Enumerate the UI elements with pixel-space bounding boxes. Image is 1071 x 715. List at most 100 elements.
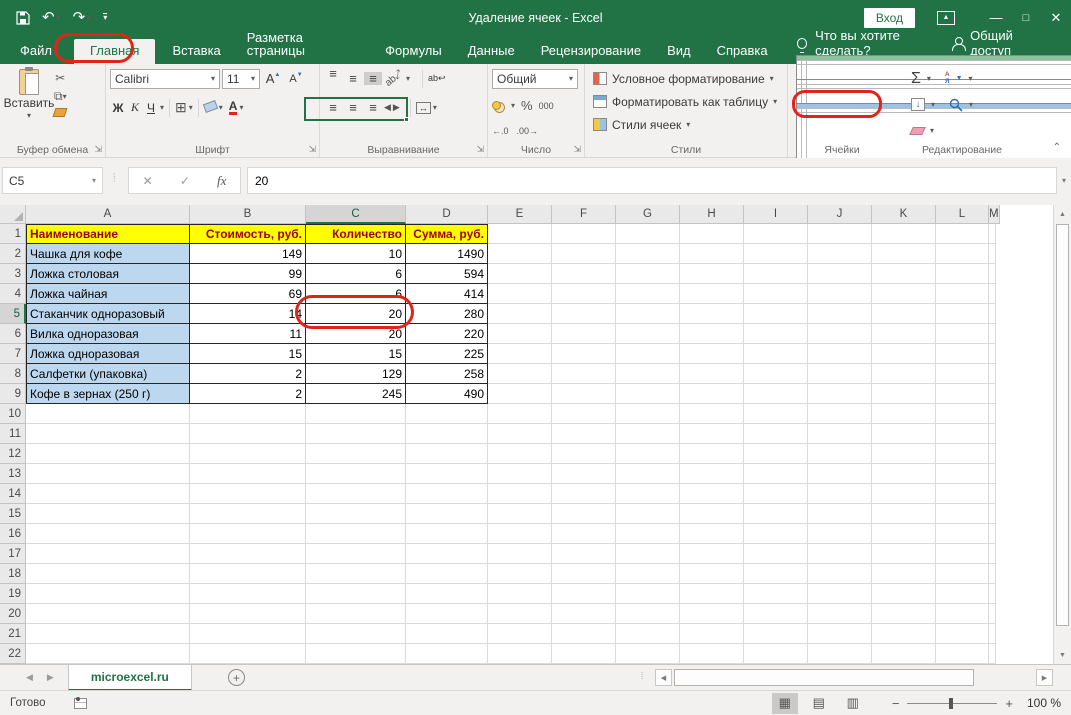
tab-home[interactable]: Главная: [73, 39, 156, 64]
cell-E8[interactable]: [488, 364, 552, 384]
cell-I7[interactable]: [744, 344, 808, 364]
align-right-button[interactable]: ≡: [364, 101, 382, 114]
cell-G3[interactable]: [616, 264, 680, 284]
cell-G5[interactable]: [616, 304, 680, 324]
cell-I16[interactable]: [744, 524, 808, 544]
tab-view[interactable]: Вид: [654, 39, 704, 64]
cell-K22[interactable]: [872, 644, 936, 664]
cell-M7[interactable]: [989, 344, 996, 364]
cell-A19[interactable]: [26, 584, 190, 604]
cell-E20[interactable]: [488, 604, 552, 624]
cell-M6[interactable]: [989, 324, 996, 344]
cell-E13[interactable]: [488, 464, 552, 484]
cell-I11[interactable]: [744, 424, 808, 444]
dialog-launcher-icon[interactable]: ⇲: [308, 144, 316, 155]
cell-D17[interactable]: [406, 544, 488, 564]
cell-F1[interactable]: [552, 224, 616, 244]
cell-L6[interactable]: [936, 324, 989, 344]
font-color-button[interactable]: А: [228, 100, 238, 115]
cell-D16[interactable]: [406, 524, 488, 544]
clear-button[interactable]: [909, 126, 926, 135]
cell-J10[interactable]: [808, 404, 872, 424]
next-sheet-button[interactable]: ▶: [47, 672, 54, 683]
column-header-D[interactable]: D: [406, 205, 488, 224]
cut-button[interactable]: ✂: [54, 71, 67, 85]
align-left-button[interactable]: ≡: [324, 101, 342, 114]
sort-dropdown[interactable]: ▾: [969, 74, 973, 83]
row-header-15[interactable]: 15: [0, 504, 26, 524]
cell-J17[interactable]: [808, 544, 872, 564]
tab-review[interactable]: Рецензирование: [528, 39, 654, 64]
cell-F2[interactable]: [552, 244, 616, 264]
cell-D12[interactable]: [406, 444, 488, 464]
cell-styles-button[interactable]: Стили ячеек ▾: [593, 113, 785, 136]
cell-J4[interactable]: [808, 284, 872, 304]
cell-G14[interactable]: [616, 484, 680, 504]
cell-H15[interactable]: [680, 504, 744, 524]
cell-E11[interactable]: [488, 424, 552, 444]
cell-B11[interactable]: [190, 424, 306, 444]
cell-L1[interactable]: [936, 224, 989, 244]
cell-A9[interactable]: Кофе в зернах (250 г): [26, 384, 190, 404]
cell-B4[interactable]: 69: [190, 284, 306, 304]
accounting-format-button[interactable]: [492, 101, 501, 110]
bold-button[interactable]: Ж: [110, 101, 126, 115]
row-header-17[interactable]: 17: [0, 544, 26, 564]
cell-A18[interactable]: [26, 564, 190, 584]
cell-B16[interactable]: [190, 524, 306, 544]
cell-F10[interactable]: [552, 404, 616, 424]
cell-G6[interactable]: [616, 324, 680, 344]
cell-I6[interactable]: [744, 324, 808, 344]
cell-H5[interactable]: [680, 304, 744, 324]
cell-G12[interactable]: [616, 444, 680, 464]
cell-C7[interactable]: 15: [306, 344, 406, 364]
cell-E17[interactable]: [488, 544, 552, 564]
cell-A10[interactable]: [26, 404, 190, 424]
column-header-B[interactable]: B: [190, 205, 306, 224]
cell-A15[interactable]: [26, 504, 190, 524]
cell-B15[interactable]: [190, 504, 306, 524]
cell-K18[interactable]: [872, 564, 936, 584]
cell-K4[interactable]: [872, 284, 936, 304]
cell-H10[interactable]: [680, 404, 744, 424]
borders-dropdown[interactable]: ▾: [189, 103, 193, 112]
cell-L17[interactable]: [936, 544, 989, 564]
cell-M10[interactable]: [989, 404, 996, 424]
name-box[interactable]: C5 ▾: [2, 167, 103, 194]
cell-L13[interactable]: [936, 464, 989, 484]
align-middle-button[interactable]: ≡: [344, 72, 362, 85]
cell-C16[interactable]: [306, 524, 406, 544]
cell-K15[interactable]: [872, 504, 936, 524]
cell-H3[interactable]: [680, 264, 744, 284]
row-header-12[interactable]: 12: [0, 444, 26, 464]
cell-A12[interactable]: [26, 444, 190, 464]
merge-dropdown[interactable]: ▾: [433, 103, 437, 112]
cell-M2[interactable]: [989, 244, 996, 264]
cell-E19[interactable]: [488, 584, 552, 604]
cell-G1[interactable]: [616, 224, 680, 244]
cell-A22[interactable]: [26, 644, 190, 664]
orientation-button[interactable]: ab⤢: [383, 68, 405, 89]
cell-M21[interactable]: [989, 624, 996, 644]
cell-H22[interactable]: [680, 644, 744, 664]
cell-G15[interactable]: [616, 504, 680, 524]
cell-B12[interactable]: [190, 444, 306, 464]
decrease-indent-button[interactable]: ◀: [384, 102, 391, 113]
signin-button[interactable]: Вход: [863, 7, 915, 28]
cell-L21[interactable]: [936, 624, 989, 644]
cell-D11[interactable]: [406, 424, 488, 444]
wrap-text-button[interactable]: ab↩: [428, 73, 446, 84]
cell-I15[interactable]: [744, 504, 808, 524]
cell-E2[interactable]: [488, 244, 552, 264]
cell-A11[interactable]: [26, 424, 190, 444]
cell-H18[interactable]: [680, 564, 744, 584]
cell-C13[interactable]: [306, 464, 406, 484]
column-header-G[interactable]: G: [616, 205, 680, 224]
cell-D3[interactable]: 594: [406, 264, 488, 284]
cell-D13[interactable]: [406, 464, 488, 484]
cell-B7[interactable]: 15: [190, 344, 306, 364]
cell-L10[interactable]: [936, 404, 989, 424]
cell-L19[interactable]: [936, 584, 989, 604]
cell-D5[interactable]: 280: [406, 304, 488, 324]
cell-K11[interactable]: [872, 424, 936, 444]
